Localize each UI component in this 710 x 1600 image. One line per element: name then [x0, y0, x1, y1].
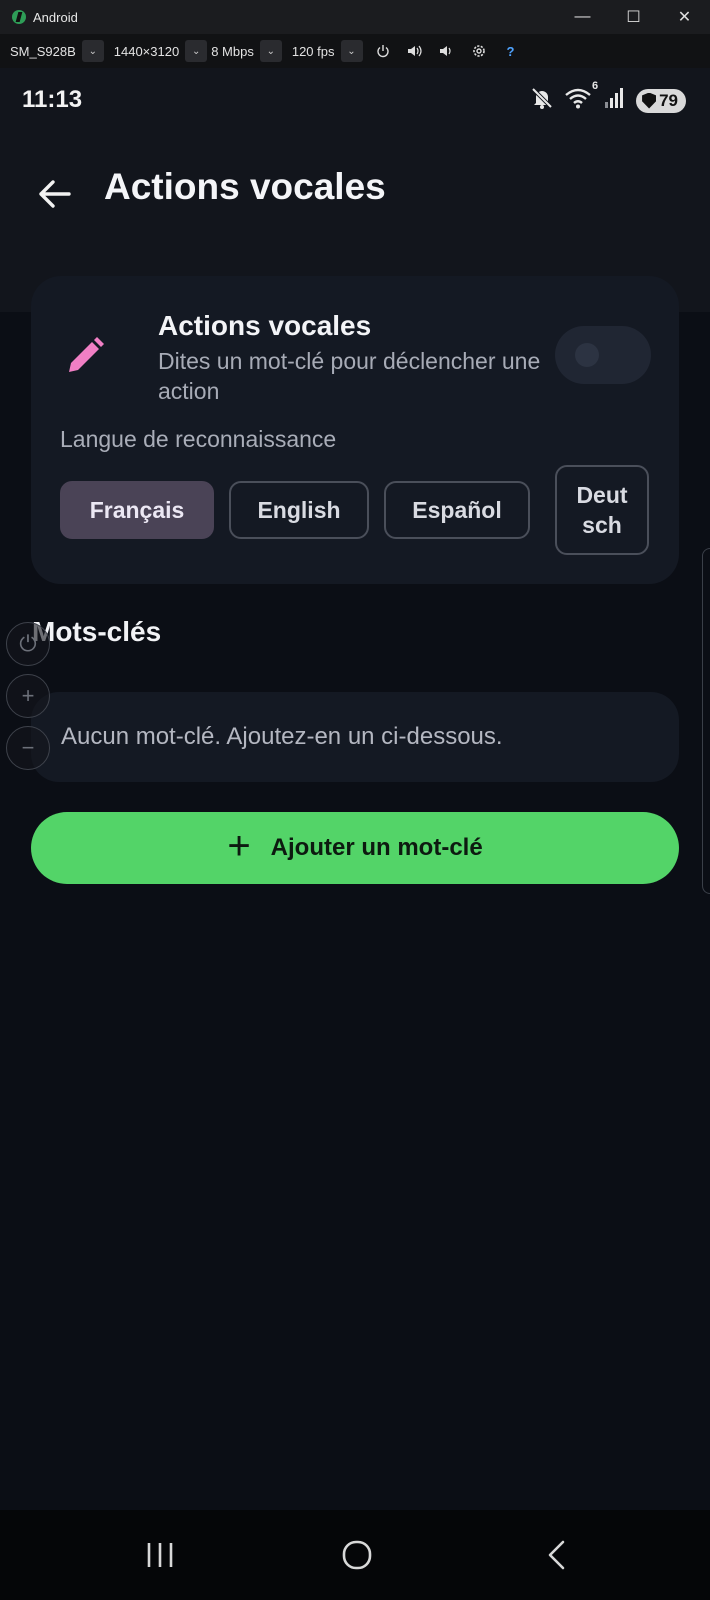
- battery-level: 79: [659, 90, 678, 110]
- shield-icon: [642, 92, 657, 109]
- wifi-icon: 6: [564, 80, 598, 115]
- window-controls: — ☐ ✕: [557, 0, 710, 34]
- fps-label: 120 fps: [291, 43, 335, 59]
- fps-select[interactable]: 120 fps ⌄: [292, 39, 363, 63]
- wifi-badge: 6: [591, 80, 599, 92]
- empty-state-text: Aucun mot-clé. Ajoutez-en un ci-dessous.: [61, 723, 503, 750]
- device-label: SM_S928B: [10, 43, 76, 59]
- pencil-icon: [63, 334, 107, 378]
- zoom-in-icon[interactable]: +: [6, 674, 50, 718]
- volume-up-icon[interactable]: [403, 39, 427, 63]
- chevron-left-icon[interactable]: [526, 1532, 586, 1578]
- window-title: Android: [33, 9, 78, 25]
- chevron-down-icon[interactable]: ⌄: [340, 40, 363, 62]
- close-button[interactable]: ✕: [659, 0, 710, 34]
- status-icons: 6 79: [530, 80, 686, 115]
- chevron-down-icon[interactable]: ⌄: [259, 40, 282, 62]
- resolution-select[interactable]: 1440×3120 ⌄: [113, 39, 208, 63]
- chevron-down-icon[interactable]: ⌄: [185, 40, 208, 62]
- edge-panel-handle[interactable]: [702, 548, 710, 894]
- page-title: Actions vocales: [104, 166, 386, 207]
- navigation-bar: [0, 1510, 710, 1600]
- language-label: Langue de reconnaissance: [60, 426, 337, 452]
- keywords-section-title: Mots-clés: [32, 616, 162, 647]
- chevron-down-icon[interactable]: ⌄: [81, 40, 104, 62]
- voice-actions-toggle[interactable]: [555, 326, 651, 384]
- phone-screen: 11:13 6 79 Actions vocales Actions vocal…: [0, 68, 710, 1600]
- signal-icon: [604, 87, 626, 114]
- mirror-toolbar: SM_S928B ⌄ 1440×3120 ⌄ 8 Mbps ⌄ 120 fps …: [0, 34, 710, 68]
- back-button[interactable]: [28, 168, 80, 220]
- battery-indicator: 79: [636, 88, 686, 113]
- language-chip-deutsch[interactable]: Deutsch: [555, 465, 649, 555]
- device-select[interactable]: SM_S928B ⌄: [10, 39, 104, 63]
- recents-icon[interactable]: [130, 1532, 190, 1578]
- arrow-left-icon: [39, 180, 71, 208]
- power-icon[interactable]: [371, 39, 395, 63]
- bitrate-label: 8 Mbps: [211, 43, 254, 59]
- status-bar: 11:13 6 79: [0, 68, 710, 132]
- resolution-label: 1440×3120: [113, 43, 180, 59]
- language-chip-francais[interactable]: Français: [60, 481, 214, 539]
- help-icon[interactable]: ?: [499, 39, 523, 63]
- mute-icon: [530, 86, 554, 115]
- language-chip-english[interactable]: English: [229, 481, 369, 539]
- add-keyword-label: Ajouter un mot-clé: [270, 834, 483, 861]
- minimize-button[interactable]: —: [557, 0, 608, 34]
- settings-icon[interactable]: [467, 39, 491, 63]
- maximize-button[interactable]: ☐: [608, 0, 659, 34]
- add-keyword-button[interactable]: + Ajouter un mot-clé: [31, 812, 679, 884]
- voice-actions-card: Actions vocales Dites un mot-clé pour dé…: [31, 276, 679, 584]
- language-chip-espanol[interactable]: Español: [384, 481, 530, 539]
- volume-down-icon[interactable]: [435, 39, 459, 63]
- app-icon: [12, 10, 26, 24]
- zoom-out-icon[interactable]: −: [6, 726, 50, 770]
- keywords-empty-state: Aucun mot-clé. Ajoutez-en un ci-dessous.: [31, 692, 679, 782]
- bitrate-select[interactable]: 8 Mbps ⌄: [211, 39, 282, 63]
- status-time: 11:13: [22, 86, 83, 113]
- plus-icon: +: [227, 824, 251, 868]
- power-overlay-icon[interactable]: ⏻: [6, 622, 50, 666]
- home-icon[interactable]: [327, 1532, 387, 1578]
- toggle-knob: [575, 343, 599, 367]
- window-titlebar: Android — ☐ ✕: [0, 0, 710, 34]
- card-title: Actions vocales: [158, 310, 372, 341]
- card-subtitle: Dites un mot-clé pour déclencher une act…: [158, 348, 541, 404]
